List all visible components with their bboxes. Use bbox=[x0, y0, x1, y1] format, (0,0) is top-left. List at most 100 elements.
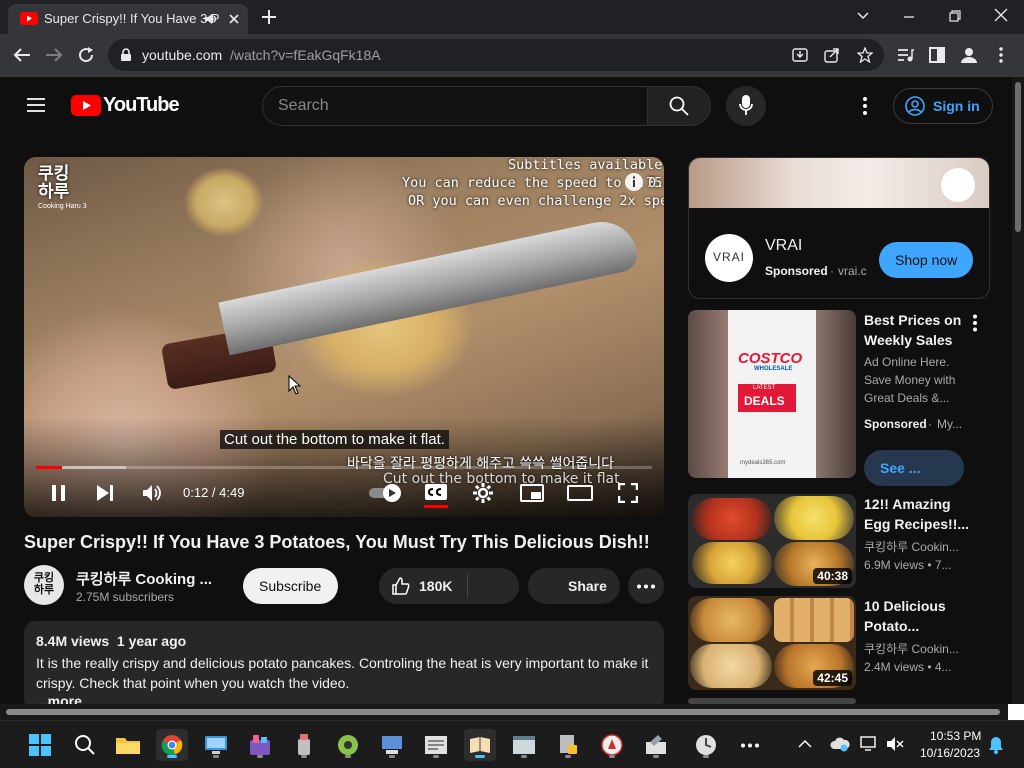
channel-avatar[interactable]: 쿠킹 하루 bbox=[24, 565, 64, 605]
settings-kebab-icon[interactable] bbox=[862, 96, 868, 116]
browser-menu-icon[interactable] bbox=[998, 47, 1004, 63]
video-frame-knife-blade bbox=[218, 215, 641, 356]
ad2-title[interactable]: Best Prices on Weekly Sales bbox=[864, 310, 974, 350]
lock-icon[interactable] bbox=[120, 48, 132, 62]
vertical-scroll-thumb[interactable] bbox=[1015, 82, 1021, 232]
voice-search-button[interactable] bbox=[726, 86, 766, 126]
thumb-potato-dish-3 bbox=[690, 644, 772, 688]
dislike-button[interactable] bbox=[468, 568, 519, 604]
related-video-title[interactable]: 12!! Amazing Egg Recipes!!... bbox=[864, 494, 974, 534]
profile-icon[interactable] bbox=[960, 46, 978, 64]
thumb-egg-pan-3 bbox=[692, 542, 772, 584]
volume-muted-icon[interactable] bbox=[886, 735, 904, 753]
show-hidden-icons-chevron-icon[interactable] bbox=[798, 739, 812, 749]
miniplayer-icon[interactable] bbox=[520, 484, 544, 502]
clock-time[interactable]: 10:53 PM bbox=[930, 729, 981, 743]
video-player[interactable]: 쿠킹 하루 Cooking Haru 3 Subtitles available… bbox=[24, 157, 664, 517]
description-box[interactable]: 8.4M views 1 year ago It is the really c… bbox=[24, 621, 664, 711]
next-video-icon[interactable] bbox=[96, 484, 116, 502]
related-video-title[interactable]: 10 Delicious Potato... bbox=[864, 596, 974, 636]
audio-playing-icon[interactable] bbox=[204, 13, 218, 25]
taskbar-app-5[interactable] bbox=[244, 729, 276, 761]
notification-bell-icon[interactable] bbox=[988, 736, 1004, 754]
youtube-favicon-icon bbox=[20, 12, 38, 25]
minimize-icon[interactable] bbox=[902, 10, 916, 24]
search-button[interactable] bbox=[647, 86, 711, 126]
side-panel-icon[interactable] bbox=[929, 47, 945, 63]
install-app-icon[interactable] bbox=[792, 47, 808, 63]
subscriber-count: 2.75M subscribers bbox=[76, 590, 175, 604]
browser-tab[interactable]: Super Crispy!! If You Have 3 P bbox=[8, 4, 248, 34]
tab-title: Super Crispy!! If You Have 3 P bbox=[44, 11, 220, 26]
start-button[interactable] bbox=[24, 729, 56, 761]
overlay-line-1: Subtitles available--> bbox=[508, 157, 664, 173]
watermark-text: 쿠킹 하루 bbox=[38, 164, 70, 201]
theater-mode-icon[interactable] bbox=[567, 484, 593, 502]
clock-date[interactable]: 10/16/2023 bbox=[920, 746, 980, 760]
onedrive-cloud-icon[interactable] bbox=[830, 736, 850, 752]
subtitles-cc-icon[interactable] bbox=[424, 483, 448, 501]
back-arrow-icon[interactable] bbox=[13, 47, 31, 63]
shop-now-label: Shop now bbox=[895, 252, 958, 268]
restore-icon[interactable] bbox=[948, 9, 962, 23]
pause-icon[interactable] bbox=[50, 484, 68, 502]
taskbar-app-11[interactable] bbox=[508, 729, 540, 761]
display-network-icon[interactable] bbox=[860, 735, 878, 753]
related-video-thumbnail[interactable]: 40:38 bbox=[688, 494, 856, 588]
fullscreen-icon[interactable] bbox=[618, 483, 638, 503]
search-input[interactable]: Search bbox=[262, 86, 648, 126]
taskbar-app-15[interactable] bbox=[690, 729, 722, 761]
ad2-cta-button[interactable]: See ... bbox=[864, 450, 964, 486]
horizontal-scroll-thumb[interactable] bbox=[6, 709, 1000, 715]
horizontal-scrollbar[interactable] bbox=[0, 704, 1012, 720]
taskbar-chrome[interactable] bbox=[156, 729, 188, 761]
hamburger-menu-icon[interactable] bbox=[26, 97, 46, 113]
address-bar[interactable]: youtube.com /watch?v=fEakGqFk18A bbox=[108, 39, 884, 71]
taskbar-app-14[interactable] bbox=[640, 729, 672, 761]
costco-wholesale-text: WHOLESALE bbox=[754, 366, 793, 372]
taskbar-file-explorer[interactable] bbox=[112, 729, 144, 761]
progress-bar[interactable] bbox=[36, 466, 652, 469]
like-button[interactable]: 180K bbox=[379, 568, 467, 604]
taskbar-app-9[interactable] bbox=[420, 729, 452, 761]
forward-arrow-icon[interactable] bbox=[45, 47, 63, 63]
taskbar-app-4[interactable] bbox=[200, 729, 232, 761]
close-tab-icon[interactable] bbox=[228, 13, 240, 25]
subscribe-button[interactable]: Subscribe bbox=[243, 568, 338, 604]
taskbar-app-6[interactable] bbox=[288, 729, 320, 761]
taskbar-overflow[interactable] bbox=[734, 729, 766, 761]
taskbar-search[interactable] bbox=[69, 729, 101, 761]
more-actions-button[interactable] bbox=[628, 568, 664, 604]
media-controls-icon[interactable] bbox=[897, 47, 915, 63]
ad2-menu-icon[interactable] bbox=[972, 314, 978, 332]
video-title: Super Crispy!! If You Have 3 Potatoes, Y… bbox=[24, 532, 650, 552]
ad-banner-badge bbox=[941, 168, 975, 202]
shop-now-button[interactable]: Shop now bbox=[879, 242, 973, 278]
taskbar-app-12[interactable] bbox=[552, 729, 584, 761]
reload-icon[interactable] bbox=[77, 46, 95, 64]
channel-name[interactable]: 쿠킹하루 Cooking ... bbox=[76, 568, 212, 589]
info-icon[interactable] bbox=[624, 172, 644, 192]
taskbar-app-10[interactable] bbox=[464, 729, 496, 761]
ad-card[interactable]: VRAI VRAI Sponsored · vrai.c Shop now bbox=[688, 157, 990, 299]
bookmark-star-icon[interactable] bbox=[857, 47, 873, 63]
autoplay-toggle-icon[interactable] bbox=[368, 483, 402, 503]
related-video-channel[interactable]: 쿠킹하루 Cookin... bbox=[864, 640, 959, 658]
volume-icon[interactable] bbox=[142, 483, 164, 503]
related-video-thumbnail[interactable]: 42:45 bbox=[688, 596, 856, 690]
related-video-channel[interactable]: 쿠킹하루 Cookin... bbox=[864, 538, 959, 556]
tab-search-chevron-icon[interactable] bbox=[856, 10, 870, 22]
youtube-logo[interactable]: YouTube bbox=[71, 93, 180, 119]
close-window-icon[interactable] bbox=[994, 8, 1008, 22]
running-indicator bbox=[433, 755, 439, 758]
settings-gear-icon[interactable] bbox=[472, 482, 494, 504]
new-tab-icon[interactable] bbox=[261, 9, 277, 25]
taskbar-app-13[interactable] bbox=[596, 729, 628, 761]
vertical-scrollbar[interactable] bbox=[1012, 78, 1024, 712]
taskbar-app-7[interactable] bbox=[332, 729, 364, 761]
share-button[interactable]: Share bbox=[528, 568, 620, 604]
ad-thumbnail[interactable]: COSTCO WHOLESALE LATEST DEALS mydeals365… bbox=[688, 310, 856, 478]
sign-in-button[interactable]: Sign in bbox=[893, 88, 993, 124]
taskbar-app-8[interactable] bbox=[376, 729, 408, 761]
share-page-icon[interactable] bbox=[824, 47, 840, 63]
